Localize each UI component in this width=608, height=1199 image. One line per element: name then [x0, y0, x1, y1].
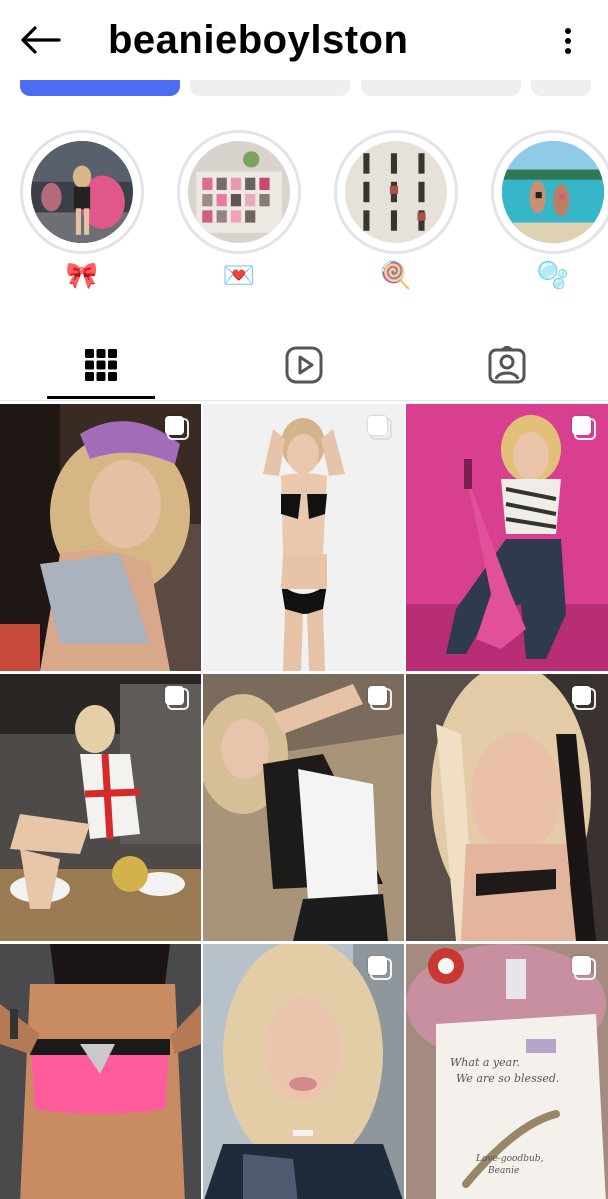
post-thumbnail[interactable] [203, 404, 404, 671]
note-line: What a year. [450, 1056, 520, 1069]
reels-icon [285, 346, 323, 384]
grid-icon [85, 349, 117, 381]
highlight-emoji-label: 🎀 [65, 261, 99, 291]
post-thumbnail[interactable] [0, 674, 201, 941]
profile-username: beanieboylston [108, 18, 409, 62]
highlight-emoji-label: 🫧 [536, 261, 570, 291]
note-line: Beanie [488, 1166, 520, 1176]
multiple-posts-icon [368, 416, 394, 442]
multiple-posts-icon [165, 416, 191, 442]
post-thumbnail[interactable] [0, 944, 201, 1199]
post-thumbnail[interactable] [406, 674, 608, 941]
multiple-posts-icon [572, 686, 598, 712]
post-thumbnail[interactable] [406, 404, 608, 671]
tagged-icon [488, 346, 526, 384]
highlight-emoji-label: 🍭 [379, 261, 413, 291]
post-thumbnail[interactable] [0, 404, 201, 671]
message-button[interactable] [190, 80, 350, 96]
post-thumbnail[interactable] [203, 674, 404, 941]
multiple-posts-icon [572, 956, 598, 982]
multiple-posts-icon [368, 956, 394, 982]
highlight-item[interactable]: 🍭 [334, 130, 458, 292]
highlight-item[interactable]: 💌 [177, 130, 301, 292]
note-line: We are so blessed. [456, 1072, 560, 1085]
highlight-cover [345, 141, 447, 243]
highlight-item[interactable]: 🎀 [20, 130, 144, 292]
email-button[interactable] [361, 80, 521, 96]
active-tab-indicator [47, 396, 155, 399]
multiple-posts-icon [165, 686, 191, 712]
tab-tagged[interactable] [406, 330, 608, 400]
profile-action-buttons [0, 80, 608, 100]
back-button[interactable] [16, 18, 64, 62]
note-line: Love-goodbub, [476, 1154, 544, 1164]
tab-posts-grid[interactable] [0, 330, 202, 400]
post-thumbnail[interactable] [203, 944, 404, 1199]
highlight-emoji-label: 💌 [222, 261, 256, 291]
post-thumbnail[interactable]: What a year. We are so blessed. Love-goo… [406, 944, 608, 1199]
more-vertical-icon [565, 28, 571, 54]
tabs-divider [0, 400, 608, 401]
multiple-posts-icon [572, 416, 598, 442]
follow-button[interactable] [20, 80, 180, 96]
profile-tabs [0, 330, 608, 402]
suggested-button[interactable] [531, 80, 591, 96]
profile-header: beanieboylston [0, 0, 608, 82]
more-options-button[interactable] [552, 20, 584, 62]
tab-reels[interactable] [203, 330, 405, 400]
highlight-cover [188, 141, 290, 243]
highlight-cover [502, 141, 604, 243]
multiple-posts-icon [368, 686, 394, 712]
arrow-left-icon [21, 26, 61, 54]
highlight-item[interactable]: 🫧 [491, 130, 608, 292]
highlight-cover [31, 141, 133, 243]
